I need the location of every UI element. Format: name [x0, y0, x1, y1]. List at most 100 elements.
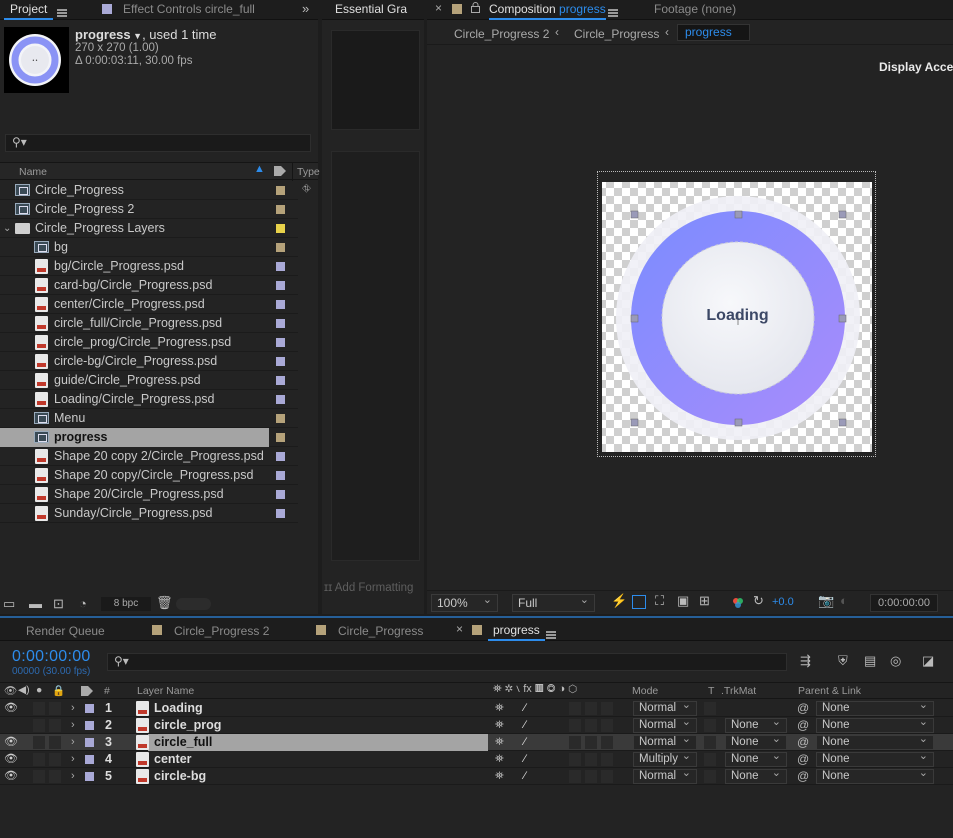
blend-mode-dropdown[interactable]: Normal [633, 767, 697, 784]
shy-switch-icon[interactable]: ⛯ [495, 734, 504, 751]
quality-switch-icon[interactable]: ∕ [524, 768, 526, 785]
lock-icon[interactable]: 🔒 [52, 684, 65, 697]
project-item[interactable]: bg [0, 238, 300, 257]
column-name[interactable]: Name [19, 166, 47, 178]
interpret-footage-icon[interactable]: ▭ [3, 596, 15, 612]
switch-box[interactable] [601, 753, 613, 766]
trash-icon[interactable]: 🗑 [156, 595, 173, 611]
lock-toggle[interactable] [49, 770, 61, 783]
project-item[interactable]: Shape 20/Circle_Progress.psd [0, 485, 300, 504]
pick-whip-icon[interactable]: @ [797, 768, 809, 785]
layer-name[interactable]: circle_full [154, 734, 212, 751]
frame-blending-icon[interactable]: ▤ [864, 653, 876, 669]
tab-circle-progress-2[interactable]: Circle_Progress 2 [174, 622, 269, 642]
disclosure-triangle-icon[interactable]: ⌄ [3, 219, 11, 238]
track-matte-dropdown[interactable]: None [725, 767, 787, 784]
audio-icon[interactable]: ◀) [18, 684, 30, 696]
label-color-swatch[interactable] [276, 433, 285, 442]
grid-guides-icon[interactable]: ⊞ [699, 593, 710, 609]
label-color-swatch[interactable] [276, 490, 285, 499]
label-color-swatch[interactable] [276, 281, 285, 290]
breadcrumb-current[interactable]: progress [677, 24, 750, 41]
zoom-dropdown[interactable]: 100% [431, 592, 498, 612]
region-of-interest-icon[interactable]: ▣ [677, 593, 689, 609]
t-toggle[interactable] [704, 770, 716, 783]
layer-name[interactable]: center [154, 751, 192, 768]
eye-icon[interactable]: 👁 [4, 700, 18, 717]
switch-box[interactable] [569, 770, 581, 783]
project-item[interactable]: Shape 20 copy 2/Circle_Progress.psd [0, 447, 300, 466]
eye-icon[interactable]: 👁 [4, 751, 18, 768]
project-item[interactable]: Circle_Progress 2 [0, 200, 300, 219]
solo-toggle[interactable] [33, 702, 45, 715]
new-folder-icon[interactable]: ▬ [29, 596, 42, 611]
eg-properties-area[interactable] [331, 151, 420, 561]
switch-box[interactable] [569, 736, 581, 749]
column-number[interactable]: # [104, 685, 110, 697]
switch-box[interactable] [569, 753, 581, 766]
chevron-right-icon[interactable]: › [71, 700, 75, 717]
new-composition-icon[interactable]: ⊡ [53, 596, 64, 612]
solo-toggle[interactable] [33, 719, 45, 732]
composition-viewer[interactable]: Loading [597, 171, 876, 457]
quality-switch-icon[interactable]: ∕ [524, 700, 526, 717]
layer-name[interactable]: circle-bg [154, 768, 206, 785]
project-search-input[interactable]: ⚲▾ [5, 134, 311, 152]
switch-box[interactable] [585, 719, 597, 732]
label-color-swatch[interactable] [276, 357, 285, 366]
chevron-right-icon[interactable]: › [71, 751, 75, 768]
track-matte-dropdown[interactable]: None [725, 750, 787, 767]
label-color-swatch[interactable] [276, 395, 285, 404]
sort-ascending-icon[interactable]: ▲ [254, 163, 265, 175]
layer-row[interactable]: › 2 circle_prog ⛯ ∕ Normal None @ None [0, 716, 953, 734]
column-mode[interactable]: Mode [632, 685, 658, 697]
project-item[interactable]: Loading/Circle_Progress.psd [0, 390, 300, 409]
shy-switch-icon[interactable]: ⛯ [495, 700, 504, 717]
switch-box[interactable] [601, 770, 613, 783]
comp-timecode[interactable]: 0:00:00:00 [870, 594, 938, 612]
blend-mode-dropdown[interactable]: Normal [633, 699, 697, 716]
t-toggle[interactable] [704, 702, 716, 715]
tab-effect-controls[interactable]: Effect Controls circle_full [123, 0, 255, 20]
transparency-grid-icon[interactable] [632, 595, 646, 609]
switch-box[interactable] [601, 702, 613, 715]
solo-icon[interactable]: ● [36, 684, 42, 696]
flowchart-icon[interactable]: ⛗ [302, 183, 311, 196]
project-item[interactable]: card-bg/Circle_Progress.psd [0, 276, 300, 295]
resolution-dropdown[interactable]: Full [512, 592, 595, 612]
panel-menu-icon[interactable] [57, 8, 67, 17]
current-time-display[interactable]: 0:00:00:00 [12, 648, 91, 666]
project-item[interactable]: circle_prog/Circle_Progress.psd [0, 333, 300, 352]
project-item[interactable]: bg/Circle_Progress.psd [0, 257, 300, 276]
parent-dropdown[interactable]: None [816, 750, 934, 767]
shy-switch-icon[interactable]: ⛯ [495, 717, 504, 734]
quality-switch-icon[interactable]: ∕ [524, 734, 526, 751]
label-color-swatch[interactable] [85, 721, 94, 730]
label-color-swatch[interactable] [276, 471, 285, 480]
layer-row[interactable]: 👁 › 5 circle-bg ⛯ ∕ Normal None @ None [0, 767, 953, 785]
close-tab-icon[interactable]: × [456, 622, 463, 636]
project-item[interactable]: circle-bg/Circle_Progress.psd [0, 352, 300, 371]
layer-row[interactable]: 👁 › 4 center ⛯ ∕ Multiply None @ None [0, 750, 953, 768]
chevron-right-icon[interactable]: › [71, 734, 75, 751]
eg-master-comp-well[interactable] [331, 30, 420, 130]
label-color-swatch[interactable] [276, 205, 285, 214]
parent-dropdown[interactable]: None [816, 733, 934, 750]
column-trkmat[interactable]: .TrkMat [721, 685, 756, 697]
label-color-swatch[interactable] [85, 772, 94, 781]
layer-row[interactable]: 👁 › 1 Loading ⛯ ∕ Normal @ None [0, 699, 953, 717]
lock-toggle[interactable] [49, 719, 61, 732]
tab-composition[interactable]: Composition progress [489, 0, 606, 20]
comp-mini-flowchart-icon[interactable]: ⇶ [800, 653, 811, 669]
breadcrumb-item[interactable]: Circle_Progress [574, 27, 659, 41]
tab-footage[interactable]: Footage (none) [654, 0, 736, 20]
parent-dropdown[interactable]: None [816, 716, 934, 733]
solo-toggle[interactable] [33, 770, 45, 783]
switch-box[interactable] [585, 736, 597, 749]
column-type[interactable]: Type [297, 166, 320, 178]
label-color-swatch[interactable] [276, 224, 285, 233]
timeline-search-input[interactable]: ⚲▾ [107, 653, 787, 671]
label-tag-icon[interactable] [80, 685, 94, 700]
reset-exposure-icon[interactable]: ↻ [753, 593, 764, 609]
label-color-swatch[interactable] [276, 452, 285, 461]
